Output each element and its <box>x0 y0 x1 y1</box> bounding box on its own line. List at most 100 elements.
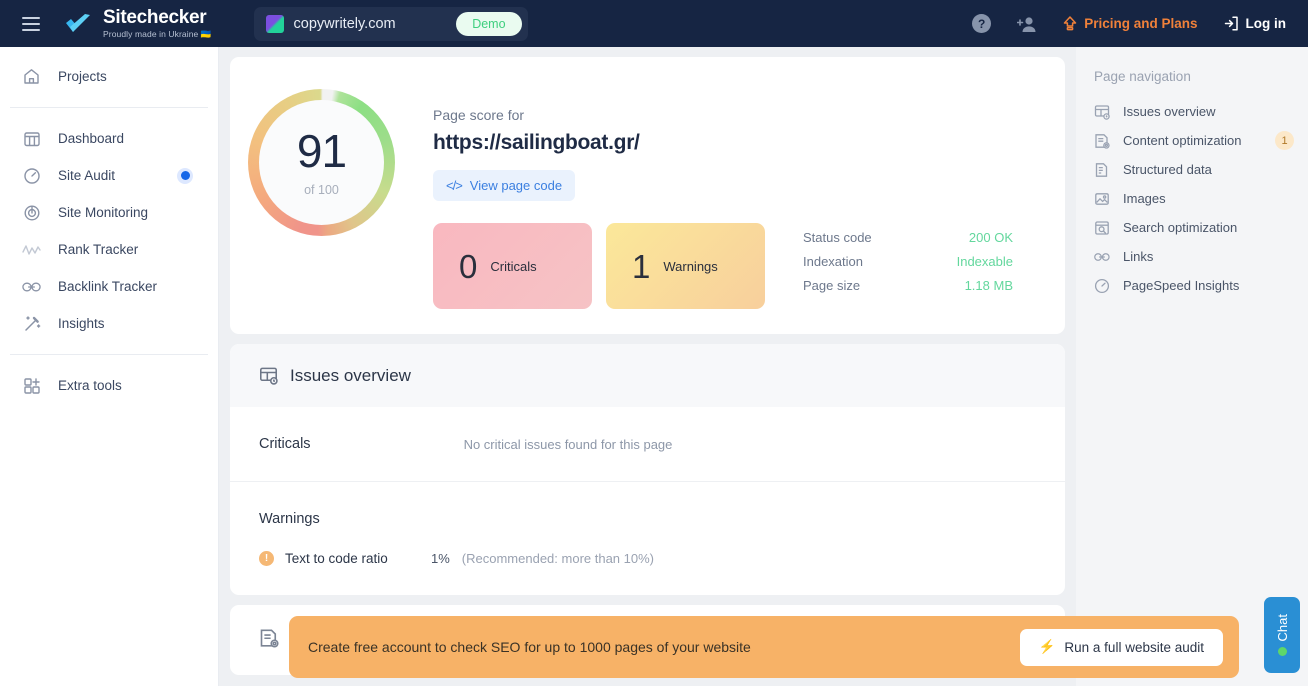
sidebar-label: Extra tools <box>58 378 122 393</box>
active-indicator-dot <box>177 167 193 184</box>
brand-logo[interactable]: Sitechecker Proudly made in Ukraine 🇺🇦 <box>64 8 212 39</box>
sidebar-divider-1 <box>10 107 208 108</box>
pagenav-item-content-optimization[interactable]: Content optimization 1 <box>1094 126 1308 155</box>
top-header: Sitechecker Proudly made in Ukraine 🇺🇦 c… <box>0 0 1308 47</box>
pagenav-label: Content optimization <box>1123 133 1242 148</box>
issues-overview-icon <box>1094 104 1110 120</box>
criticals-label: Criticals <box>490 258 537 274</box>
pagenav-label: Search optimization <box>1123 220 1238 235</box>
issues-overview-card: Issues overview Criticals No critical is… <box>230 344 1065 595</box>
pagenav-label: Issues overview <box>1123 104 1216 119</box>
warning-row[interactable]: ! Text to code ratio 1% (Recommended: mo… <box>259 551 1036 566</box>
invite-user-button[interactable] <box>1016 15 1037 33</box>
login-arrow-icon <box>1224 16 1238 31</box>
app-root: Sitechecker Proudly made in Ukraine 🇺🇦 c… <box>0 0 1308 686</box>
score-gauge: 91 of 100 <box>248 89 395 236</box>
criticals-stat-box[interactable]: 0 Criticals <box>433 223 592 309</box>
meta-row: Status code 200 OK <box>803 230 1013 245</box>
pagenav-label: Images <box>1123 191 1166 206</box>
links-icon <box>1094 249 1110 265</box>
pricing-label: Pricing and Plans <box>1084 16 1198 31</box>
pagenav-item-links[interactable]: Links <box>1094 242 1308 271</box>
warning-exclamation-icon: ! <box>259 551 274 566</box>
score-details: Page score for https://sailingboat.gr/ <… <box>412 89 1065 334</box>
meta-key: Status code <box>803 230 872 245</box>
login-button[interactable]: Log in <box>1224 16 1287 31</box>
chart-line-icon <box>22 240 41 259</box>
sidebar-item-projects[interactable]: Projects <box>0 58 218 95</box>
sidebar-item-backlink-tracker[interactable]: Backlink Tracker <box>0 268 218 305</box>
page-url: https://sailingboat.gr/ <box>433 131 640 154</box>
pagenav-item-images[interactable]: Images <box>1094 184 1308 213</box>
sidebar-item-rank-tracker[interactable]: Rank Tracker <box>0 231 218 268</box>
question-mark-icon: ? <box>972 14 992 33</box>
criticals-empty-text: No critical issues found for this page <box>463 436 673 452</box>
demo-badge: Demo <box>456 11 522 36</box>
pagenav-item-issues-overview[interactable]: Issues overview <box>1094 97 1308 126</box>
warning-recommendation: (Recommended: more than 10%) <box>461 551 654 566</box>
left-sidebar: Projects Dashboard Site Audit Site Monit… <box>0 47 219 686</box>
image-icon <box>1094 191 1110 207</box>
add-user-icon <box>1016 15 1037 33</box>
warnings-heading: Warnings <box>259 511 320 527</box>
content-optimization-icon <box>1094 133 1110 149</box>
pagenav-item-search-optimization[interactable]: Search optimization <box>1094 213 1308 242</box>
copywritely-favicon <box>265 14 284 33</box>
run-full-website-audit-button[interactable]: ⚡ Run a full website audit <box>1019 628 1223 666</box>
issues-overview-title: Issues overview <box>290 365 411 385</box>
chat-widget[interactable]: Chat <box>1264 597 1300 673</box>
sidebar-label: Site Monitoring <box>58 205 149 220</box>
sidebar-item-site-audit[interactable]: Site Audit <box>0 157 218 194</box>
page-navigation-title: Page navigation <box>1094 69 1191 84</box>
score-gauge-inner: 91 of 100 <box>259 100 384 225</box>
meta-value: Indexable <box>956 254 1013 269</box>
brand-name: Sitechecker <box>103 7 207 29</box>
help-button[interactable]: ? <box>972 14 992 33</box>
pricing-and-plans-link[interactable]: Pricing and Plans <box>1063 16 1198 31</box>
signup-banner: Create free account to check SEO for up … <box>289 616 1239 678</box>
sidebar-item-dashboard[interactable]: Dashboard <box>0 120 218 157</box>
pagenav-item-structured-data[interactable]: Structured data <box>1094 155 1308 184</box>
meta-value: 200 OK <box>968 230 1013 245</box>
code-brackets-icon: </> <box>446 178 463 193</box>
structured-data-icon <box>1094 162 1110 178</box>
issues-overview-header: Issues overview <box>230 344 1065 407</box>
hamburger-menu-icon[interactable] <box>22 16 40 31</box>
meta-key: Indexation <box>803 254 863 269</box>
meta-row: Indexation Indexable <box>803 254 1013 269</box>
sidebar-item-insights[interactable]: Insights <box>0 305 218 342</box>
grid-plus-icon <box>22 376 41 395</box>
login-label: Log in <box>1245 16 1287 31</box>
warnings-stat-box[interactable]: 1 Warnings <box>606 223 765 309</box>
sidebar-item-extra-tools[interactable]: Extra tools <box>0 367 218 404</box>
sidebar-label: Rank Tracker <box>58 242 139 257</box>
stats-row: 0 Criticals 1 Warnings Status code 200 O… <box>433 223 1065 309</box>
pagenav-label: PageSpeed Insights <box>1123 278 1240 293</box>
sidebar-group-projects: Projects <box>0 47 218 95</box>
criticals-count: 0 <box>459 247 478 285</box>
sidebar-label: Site Audit <box>58 168 116 183</box>
brand-tagline: Proudly made in Ukraine 🇺🇦 <box>103 29 212 40</box>
dashboard-columns-icon <box>22 129 41 148</box>
pagenav-label: Structured data <box>1123 162 1212 177</box>
meta-row: Page size 1.18 MB <box>803 278 1013 293</box>
upgrade-arrow-icon <box>1063 16 1077 31</box>
header-actions: ? Pricing and Plans Log in <box>972 14 1308 33</box>
lightning-bolt-icon: ⚡ <box>1038 639 1056 654</box>
site-tab-name: copywritely.com <box>293 15 396 32</box>
online-status-dot <box>1277 647 1287 657</box>
score-gauge-wrap: 91 of 100 <box>248 89 412 334</box>
sidebar-label: Dashboard <box>58 131 125 146</box>
sidebar-group-extra: Extra tools <box>0 367 218 404</box>
pagenav-badge: 1 <box>1275 131 1294 150</box>
pagenav-item-pagespeed-insights[interactable]: PageSpeed Insights <box>1094 271 1308 300</box>
link-chain-icon <box>22 277 41 296</box>
sidebar-item-site-monitoring[interactable]: Site Monitoring <box>0 194 218 231</box>
site-tab[interactable]: copywritely.com Demo <box>253 6 528 41</box>
criticals-heading: Criticals <box>259 436 311 452</box>
home-icon <box>22 67 41 86</box>
page-meta-list: Status code 200 OK Indexation Indexable … <box>803 223 1013 302</box>
score-of-label: of 100 <box>304 183 339 197</box>
banner-button-label: Run a full website audit <box>1064 639 1204 655</box>
view-page-code-button[interactable]: </> View page code <box>433 170 576 201</box>
